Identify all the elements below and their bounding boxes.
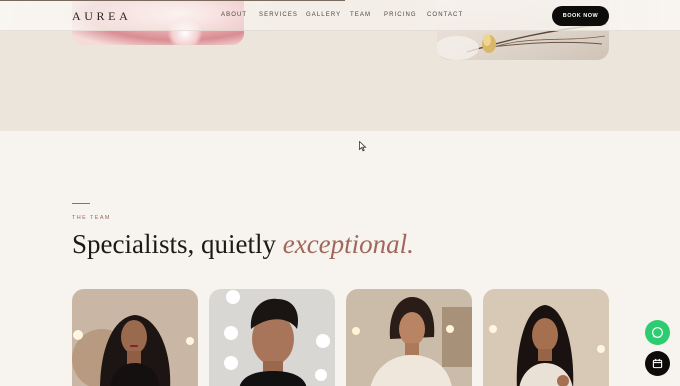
- portrait-photo-4: [483, 289, 609, 386]
- nav-link-pricing[interactable]: PRICING: [384, 12, 417, 18]
- team-member-card[interactable]: [209, 289, 335, 386]
- portrait-photo-3: [346, 289, 472, 386]
- whatsapp-chat-button[interactable]: [645, 320, 670, 345]
- nav-link-team[interactable]: TEAM: [350, 12, 371, 18]
- whatsapp-icon: [652, 327, 663, 338]
- section-eyebrow: THE TEAM: [72, 215, 111, 221]
- nav-link-contact[interactable]: CONTACT: [427, 12, 463, 18]
- scroll-progress-line: [0, 0, 345, 1]
- portrait-photo-2: [209, 289, 335, 386]
- mouse-cursor-icon: [359, 141, 367, 152]
- team-member-card[interactable]: [483, 289, 609, 386]
- nav-link-about[interactable]: ABOUT: [221, 12, 247, 18]
- title-plain-text: Specialists, quietly: [72, 229, 283, 259]
- nav-link-services[interactable]: SERVICES: [259, 12, 298, 18]
- portrait-photo-1: [72, 289, 198, 386]
- site-header: AUREA ABOUT SERVICES GALLERY TEAM PRICIN…: [0, 0, 680, 31]
- booking-calendar-button[interactable]: [645, 351, 670, 376]
- title-accent-text: exceptional.: [282, 229, 414, 259]
- section-divider: [72, 203, 90, 204]
- section-title: Specialists, quietly exceptional.: [72, 229, 414, 260]
- book-now-button[interactable]: BOOK NOW: [552, 6, 609, 26]
- site-logo[interactable]: AUREA: [72, 9, 131, 24]
- calendar-icon: [652, 358, 663, 369]
- nav-link-gallery[interactable]: GALLERY: [306, 12, 341, 18]
- team-member-card[interactable]: [346, 289, 472, 386]
- team-member-card[interactable]: [72, 289, 198, 386]
